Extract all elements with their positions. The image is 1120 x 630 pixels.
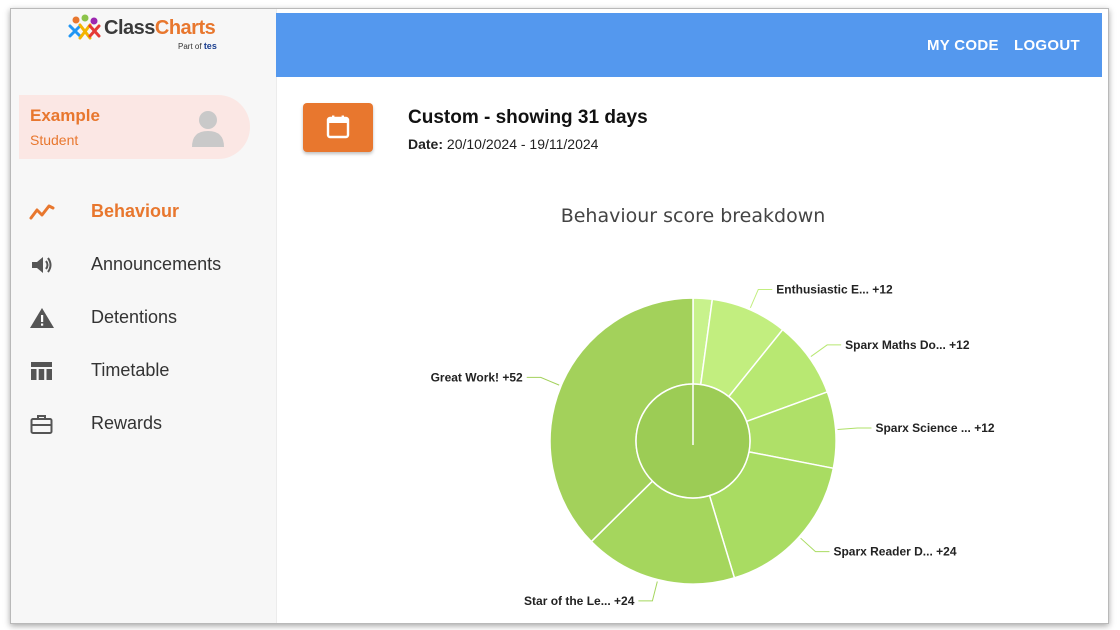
nav-item-timetable[interactable]: Timetable: [11, 349, 276, 393]
briefcase-icon: [30, 415, 53, 434]
date-range-value: Date: 20/10/2024 - 19/11/2024: [408, 136, 598, 152]
logo-sub-prefix: Part of: [178, 42, 202, 51]
logo-subtitle: Part of tes: [178, 41, 217, 51]
logo-word-class: Class: [104, 17, 155, 39]
profile-role: Student: [30, 132, 79, 148]
logo-word-charts: Charts: [154, 17, 216, 39]
nav-item-rewards[interactable]: Rewards: [11, 402, 276, 446]
chart-label-leader: [837, 427, 872, 431]
chart-slice-label: Sparx Reader D... +24: [833, 545, 956, 559]
sidebar: ClassCharts Part of tes Example Student …: [11, 9, 277, 623]
date-range-button[interactable]: [303, 103, 373, 152]
classcharts-logo-icon: [68, 14, 101, 40]
nav-item-announcements[interactable]: Announcements: [11, 243, 276, 287]
nav-label-timetable: Timetable: [91, 360, 170, 380]
behaviour-sunburst-chart: Behaviour score breakdown Great Work! +5…: [431, 205, 995, 608]
logo-sub-brand: tes: [203, 41, 217, 51]
date-value: 20/10/2024 - 19/11/2024: [446, 136, 599, 152]
nav-item-detentions[interactable]: Detentions: [11, 296, 276, 340]
avatar-icon: [192, 111, 224, 147]
chart-slice-label: Sparx Science ... +12: [875, 421, 994, 435]
my-code-link[interactable]: MY CODE: [927, 37, 999, 54]
trend-line-icon: [29, 204, 55, 220]
chart-label-leader: [749, 288, 773, 309]
speaker-icon: [32, 257, 52, 273]
chart-label-leader: [800, 537, 830, 553]
chart-slice-label: Star of the Le... +24: [524, 594, 635, 608]
profile-name: Example: [30, 106, 100, 125]
chart-slice-label: Great Work! +52: [431, 370, 523, 384]
nav-label-detentions: Detentions: [91, 307, 178, 327]
nav-label-announcements: Announcements: [91, 254, 222, 274]
classcharts-logo[interactable]: ClassCharts Part of tes: [66, 14, 226, 54]
nav-item-behaviour[interactable]: Behaviour: [11, 190, 276, 234]
chart-label-leader: [638, 581, 658, 602]
date-label: Date:: [408, 136, 444, 152]
logo-wordmark: ClassCharts: [104, 17, 216, 40]
chart-slice-label: Enthusiastic E... +12: [776, 282, 893, 296]
timetable-icon: [31, 362, 52, 380]
nav-label-rewards: Rewards: [91, 413, 163, 433]
nav-label-behaviour: Behaviour: [91, 201, 180, 221]
chart-label-leader: [526, 376, 560, 386]
student-profile-card[interactable]: Example Student: [19, 95, 250, 159]
chart-label-leader: [810, 344, 842, 357]
chart-title: Behaviour score breakdown: [561, 205, 826, 227]
top-bar: MY CODE LOGOUT: [276, 13, 1102, 77]
app-window: ClassCharts Part of tes Example Student …: [10, 8, 1109, 624]
logout-link[interactable]: LOGOUT: [1014, 37, 1080, 54]
date-range-title: Custom - showing 31 days: [408, 107, 648, 128]
calendar-icon: [326, 115, 350, 139]
warning-icon: [30, 308, 54, 328]
chart-slice-label: Sparx Maths Do... +12: [845, 338, 970, 352]
